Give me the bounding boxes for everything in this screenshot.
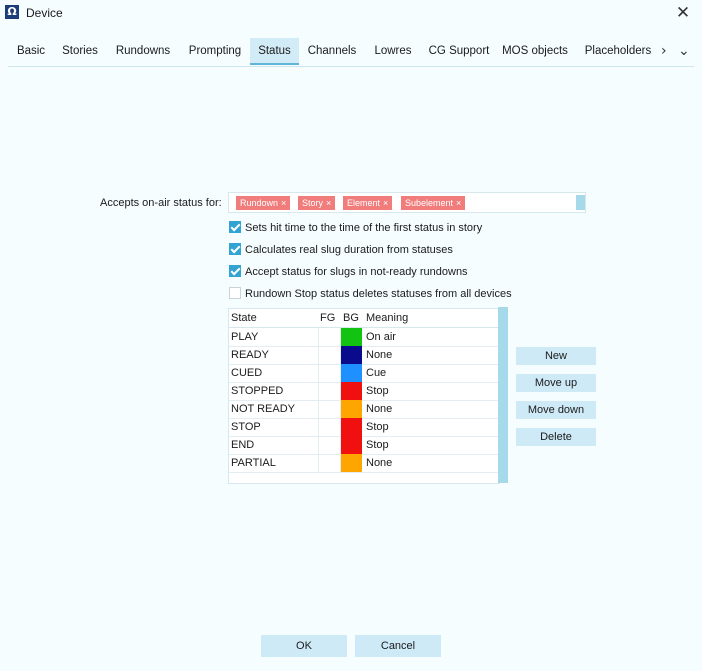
checkbox[interactable] xyxy=(229,265,241,277)
cell-state: END xyxy=(231,439,255,451)
table-row[interactable]: PARTIAL None xyxy=(229,454,499,473)
cell-state: PLAY xyxy=(231,331,259,343)
table-row[interactable]: READY None xyxy=(229,346,499,365)
cell-meaning: None xyxy=(366,349,393,361)
table-row[interactable]: CUED Cue xyxy=(229,364,499,383)
tab-channels[interactable]: Channels xyxy=(302,38,362,65)
tag-story: Story × xyxy=(298,196,336,210)
cancel-button[interactable]: Cancel xyxy=(355,635,441,657)
chevron-right-icon[interactable]: › xyxy=(661,38,673,65)
table-row[interactable]: STOPPED Stop xyxy=(229,382,499,401)
column-meaning[interactable]: Meaning xyxy=(366,309,408,327)
tab-placeholders[interactable]: Placeholders xyxy=(581,38,655,65)
cell-state: STOP xyxy=(231,421,261,433)
table-row[interactable]: NOT READY None xyxy=(229,400,499,419)
checkbox[interactable] xyxy=(229,221,241,233)
option-label: Calculates real slug duration from statu… xyxy=(245,244,453,256)
cell-bg-color[interactable] xyxy=(341,364,362,382)
tag-label: Subelement xyxy=(405,198,454,208)
checkbox[interactable] xyxy=(229,243,241,255)
tab-prompting[interactable]: Prompting xyxy=(181,38,249,65)
cell-bg-color[interactable] xyxy=(341,454,362,472)
column-fg[interactable]: FG xyxy=(320,309,335,327)
cell-meaning: Stop xyxy=(366,385,389,397)
cell-state: CUED xyxy=(231,367,263,379)
cell-fg-color[interactable] xyxy=(318,454,341,472)
cell-fg-color[interactable] xyxy=(318,328,341,346)
cell-meaning: On air xyxy=(366,331,396,343)
tag-label: Element xyxy=(347,198,381,208)
app-logo-icon: Ω xyxy=(5,5,19,19)
table-row[interactable]: PLAY On air xyxy=(229,328,499,347)
cell-state: READY xyxy=(231,349,269,361)
close-icon[interactable]: ✕ xyxy=(672,2,694,24)
tab-rundowns[interactable]: Rundowns xyxy=(108,38,178,65)
cell-meaning: Stop xyxy=(366,421,389,433)
option-label: Accept status for slugs in not-ready run… xyxy=(245,266,468,278)
tab-cg-support[interactable]: CG Support xyxy=(424,38,494,65)
cell-fg-color[interactable] xyxy=(318,436,341,454)
remove-tag-icon[interactable]: × xyxy=(281,198,286,208)
remove-tag-icon[interactable]: × xyxy=(383,198,388,208)
accepts-label: Accepts on-air status for: xyxy=(100,197,222,209)
table-scrollbar[interactable] xyxy=(498,307,508,483)
move-up-button[interactable]: Move up xyxy=(516,374,596,392)
cell-meaning: Stop xyxy=(366,439,389,451)
title-bar: Ω Device ✕ xyxy=(0,0,702,26)
cell-bg-color[interactable] xyxy=(341,436,362,454)
cell-bg-color[interactable] xyxy=(341,382,362,400)
window-title: Device xyxy=(26,6,63,20)
tag-element: Element × xyxy=(343,196,393,210)
remove-tag-icon[interactable]: × xyxy=(326,198,331,208)
remove-tag-icon[interactable]: × xyxy=(456,198,461,208)
option-label: Rundown Stop status deletes statuses fro… xyxy=(245,288,512,300)
tag-rundown: Rundown × xyxy=(236,196,291,210)
cell-fg-color[interactable] xyxy=(318,346,341,364)
cell-meaning: Cue xyxy=(366,367,387,379)
cell-state: PARTIAL xyxy=(231,457,276,469)
column-bg[interactable]: BG xyxy=(343,309,359,327)
tag-label: Rundown xyxy=(240,198,279,208)
cell-bg-color[interactable] xyxy=(341,418,362,436)
column-state[interactable]: State xyxy=(231,309,257,327)
cell-state: NOT READY xyxy=(231,403,295,415)
cell-bg-color[interactable] xyxy=(341,328,362,346)
tag-subelement: Subelement × xyxy=(401,196,466,210)
checkbox[interactable] xyxy=(229,287,241,299)
tab-lowres[interactable]: Lowres xyxy=(368,38,418,65)
cell-bg-color[interactable] xyxy=(341,346,362,364)
table-header: State FG BG Meaning xyxy=(229,309,499,328)
cell-bg-color[interactable] xyxy=(341,400,362,418)
option-label: Sets hit time to the time of the first s… xyxy=(245,222,483,234)
new-button[interactable]: New xyxy=(516,347,596,365)
cell-meaning: None xyxy=(366,457,393,469)
cell-fg-color[interactable] xyxy=(318,382,341,400)
chevron-down-icon[interactable]: ⌄ xyxy=(678,38,692,65)
table-row[interactable]: STOP Stop xyxy=(229,418,499,437)
cell-fg-color[interactable] xyxy=(318,400,341,418)
status-table: State FG BG Meaning PLAY On air READY None C… xyxy=(228,308,500,484)
move-down-button[interactable]: Move down xyxy=(516,401,596,419)
tab-bar: Basic Stories Rundowns Prompting Status … xyxy=(8,38,694,67)
cell-fg-color[interactable] xyxy=(318,364,341,382)
tag-field-scrollbar[interactable] xyxy=(576,195,585,210)
delete-button[interactable]: Delete xyxy=(516,428,596,446)
tab-status[interactable]: Status xyxy=(250,38,299,65)
tab-stories[interactable]: Stories xyxy=(55,38,105,65)
cell-state: STOPPED xyxy=(231,385,284,397)
tab-basic[interactable]: Basic xyxy=(8,38,54,65)
cell-meaning: None xyxy=(366,403,393,415)
ok-button[interactable]: OK xyxy=(261,635,347,657)
tag-label: Story xyxy=(302,198,324,208)
accepts-tag-field[interactable]: Rundown × Story × Element × Subelement × xyxy=(228,192,586,213)
table-row[interactable]: END Stop xyxy=(229,436,499,455)
cell-fg-color[interactable] xyxy=(318,418,341,436)
tab-mos-objects[interactable]: MOS objects xyxy=(500,38,570,65)
